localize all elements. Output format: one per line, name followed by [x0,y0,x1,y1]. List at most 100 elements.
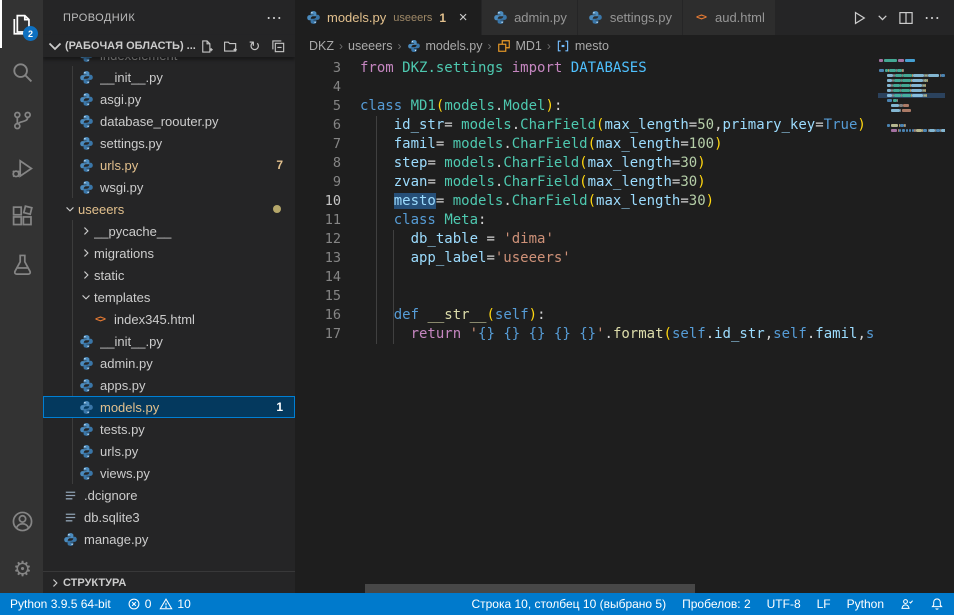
file-icon [62,509,78,525]
tree-item[interactable]: urls.py7 [43,154,295,176]
tab-admin.py[interactable]: admin.py [482,0,578,35]
activity-bar-item-extensions[interactable] [0,192,43,240]
python-icon [78,355,94,371]
new-folder-button[interactable] [222,38,239,55]
status-indentation[interactable]: Пробелов: 2 [682,597,751,611]
tree-item[interactable]: __init__.py [43,330,295,352]
status-problems[interactable]: 010 [127,597,191,611]
chevron-right-icon [78,223,94,239]
new-file-button[interactable] [198,38,215,55]
tree-item[interactable]: __init__.py [43,66,295,88]
tree-item[interactable]: .dcignore [43,484,295,506]
status-python-interpreter[interactable]: Python 3.9.5 64-bit [10,597,111,611]
python-icon [78,179,94,195]
tabs: models.pyuseeers1×admin.pysettings.py <> a… [295,0,776,35]
breadcrumb-item-mesto[interactable]: mesto [556,39,609,54]
status-eol-sequence[interactable]: LF [817,597,831,611]
new-folder-icon [223,39,238,54]
workspace-section-header[interactable]: (РАБОЧАЯ ОБЛАСТЬ) ... ↻ [43,35,295,57]
tree-item-label: .dcignore [84,488,295,503]
tree-item[interactable]: migrations [43,242,295,264]
split-editor-button[interactable] [895,0,917,35]
tree-item[interactable]: __pycache__ [43,220,295,242]
search-icon [11,61,34,84]
code-line-text: id_str= models.CharField(max_length=50,p… [360,116,866,135]
account-icon [11,510,34,533]
tree-item[interactable]: admin.py [43,352,295,374]
tree-item[interactable]: models.py1 [43,396,295,418]
minimap-line-segment [887,124,890,127]
tree-item[interactable]: asgi.py [43,88,295,110]
tree-item[interactable]: <>index345.html [43,308,295,330]
tree-item[interactable]: tests.py [43,418,295,440]
python-icon [588,10,604,26]
tree-item[interactable]: manage.py [43,528,295,550]
minimap-line-segment [909,129,911,132]
close-icon[interactable]: × [455,9,471,26]
tree-item[interactable]: wsgi.py [43,176,295,198]
python-icon [78,333,94,349]
tree-item[interactable]: views.py [43,462,295,484]
python-icon [78,465,94,481]
line-number: 14 [295,268,341,287]
activity-bar-item-explorer[interactable]: 2 [0,0,43,48]
breadcrumb-item-DKZ[interactable]: DKZ [309,39,334,53]
status-notifications[interactable] [930,597,944,611]
outline-section-header[interactable]: СТРУКТУРА [43,571,295,593]
status-encoding[interactable]: UTF-8 [767,597,801,611]
chevron-down-icon [877,12,888,23]
python-icon [78,69,94,85]
minimap-line-segment [941,129,945,132]
breadcrumb-separator: › [397,39,401,53]
horizontal-scrollbar[interactable] [365,584,695,593]
tree-item[interactable]: templates [43,286,295,308]
sidebar-more-actions-icon[interactable]: ⋯ [266,8,283,28]
minimap-line-segment [902,109,911,112]
tree-item[interactable]: apps.py [43,374,295,396]
activity-bar-item-search[interactable] [0,48,43,96]
code-editor[interactable]: 3from DKZ.settings import DATABASES45cla… [295,57,954,593]
tree-item[interactable]: settings.py [43,132,295,154]
minimap-line-segment [903,74,912,77]
tree-item[interactable]: db.sqlite3 [43,506,295,528]
tree-item[interactable]: static [43,264,295,286]
tab-models.py[interactable]: models.pyuseeers1× [295,0,482,35]
code-line-text: zvan= models.CharField(max_length=30) [360,173,706,192]
minimap-line-segment [887,99,892,102]
run-python-file-button[interactable] [848,0,870,35]
breadcrumb-item-MD1[interactable]: MD1 [496,39,541,54]
tab-aud.html[interactable]: <> aud.html [683,0,776,35]
minimap-line-segment [926,94,927,97]
activity-bar-item-run-and-debug[interactable] [0,144,43,192]
code-line-text: step= models.CharField(max_length=30) [360,154,706,173]
run-dropdown-button[interactable] [874,0,891,35]
minimap[interactable] [878,57,945,147]
refresh-button[interactable]: ↻ [246,38,263,55]
code-line: 8 step= models.CharField(max_length=30) [295,154,954,173]
activity-bar-item-testing[interactable] [0,240,43,288]
python-icon [78,443,94,459]
more-actions-button[interactable]: ⋯ [921,0,944,35]
minimap-line-segment [911,84,922,87]
breadcrumb-item-useeers[interactable]: useeers [348,39,392,53]
collapse-all-button[interactable] [270,38,287,55]
html-icon: <> [693,10,709,26]
activity-bar-item-account[interactable] [0,497,43,545]
tree-item[interactable]: urls.py [43,440,295,462]
breadcrumb-item-models.py[interactable]: models.py [406,39,482,54]
field-icon [556,39,571,54]
python-icon [78,135,94,151]
tab-label: aud.html [715,10,765,25]
tree-item-label: settings.py [100,136,295,151]
activity-bar-item-source-control[interactable] [0,96,43,144]
outline-section-label: СТРУКТУРА [63,577,126,589]
status-language-mode[interactable]: Python [847,597,884,611]
tab-settings.py[interactable]: settings.py [578,0,683,35]
status-cursor-position[interactable]: Строка 10, столбец 10 (выбрано 5) [471,597,666,611]
code-line-text: from DKZ.settings import DATABASES [360,59,647,78]
status-feedback[interactable] [900,597,914,611]
activity-bar-item-manage[interactable]: ⚙ [0,545,43,593]
tree-item[interactable]: database_roouter.py [43,110,295,132]
tree-item-label: templates [94,290,295,305]
tree-item[interactable]: useeers [43,198,295,220]
